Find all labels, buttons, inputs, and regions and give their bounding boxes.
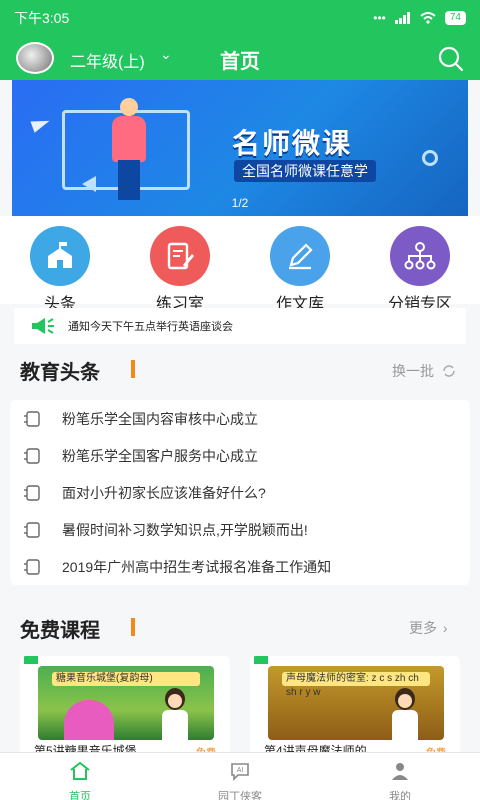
system-icons: ••• 74 xyxy=(373,11,466,25)
banner-page-indicator: 1/2 xyxy=(231,196,249,210)
quick-link-essays[interactable]: 作文库 xyxy=(240,216,360,313)
course-card[interactable]: 糖果音乐城堡(复韵母) 第5讲糖果音乐城堡... 免费 xyxy=(20,656,230,758)
news-item[interactable]: 面对小升初家长应该准备好什么? xyxy=(24,480,266,506)
news-list: 粉笔乐学全国内容审核中心成立 粉笔乐学全国客户服务中心成立 面对小升初家长应该准… xyxy=(10,400,470,585)
refresh-button[interactable]: 换一批 xyxy=(392,361,456,381)
course-thumbnail: 声母魔法师的密室: z c s zh ch sh r y w xyxy=(268,666,444,740)
course-card[interactable]: 声母魔法师的密室: z c s zh ch sh r y w 第4讲声母魔法师的… xyxy=(250,656,460,758)
official-badge xyxy=(254,656,268,664)
user-icon xyxy=(392,763,408,780)
battery-icon: 74 xyxy=(444,11,466,25)
status-bar: 下午3:05 ••• 74 xyxy=(0,0,480,36)
tab-gardener[interactable]: AI 园丁侠客 xyxy=(160,753,320,800)
thumbnail-caption: 糖果音乐城堡(复韵母) xyxy=(52,672,200,686)
tab-label: 首页 xyxy=(69,791,91,800)
news-item[interactable]: 粉笔乐学全国客户服务中心成立 xyxy=(24,443,258,469)
status-time: 下午3:05 xyxy=(14,10,70,26)
megaphone-icon xyxy=(32,318,54,334)
news-title: 面对小升初家长应该准备好什么? xyxy=(62,485,266,501)
grade-selector[interactable]: 二年级(上) xyxy=(70,48,145,72)
wifi-icon xyxy=(420,12,436,24)
quick-link-distribution[interactable]: 分销专区 xyxy=(360,216,480,313)
course-thumbnail: 糖果音乐城堡(复韵母) xyxy=(38,666,214,740)
news-item[interactable]: 2019年广州高中招生考试报名准备工作通知 xyxy=(24,554,331,580)
school-icon xyxy=(30,226,90,286)
notice-bar[interactable]: 通知今天下午五点举行英语座谈会 xyxy=(14,308,466,344)
section-accent-bar xyxy=(131,618,135,636)
svg-text:AI: AI xyxy=(237,767,244,774)
quick-links: 头条 练习室 作文库 分销专区 xyxy=(0,216,480,313)
more-courses-link[interactable]: 更多 › xyxy=(409,618,448,638)
teacher-illustration xyxy=(390,688,420,740)
news-title: 粉笔乐学全国内容审核中心成立 xyxy=(62,411,258,427)
triangle-decoration xyxy=(82,176,96,192)
tab-label: 我的 xyxy=(389,791,411,800)
home-icon xyxy=(70,761,90,780)
document-icon xyxy=(24,522,40,538)
refresh-label: 换一批 xyxy=(392,363,434,379)
courses-section-title: 免费课程 xyxy=(20,620,100,642)
news-title: 粉笔乐学全国客户服务中心成立 xyxy=(62,448,258,464)
document-icon xyxy=(24,411,40,427)
circle-decoration xyxy=(422,150,438,166)
section-accent-bar xyxy=(131,360,135,378)
thumbnail-caption: 声母魔法师的密室: z c s zh ch sh r y w xyxy=(282,672,430,698)
document-icon xyxy=(24,485,40,501)
notice-text: 通知今天下午五点举行英语座谈会 xyxy=(68,321,233,333)
quick-link-headlines[interactable]: 头条 xyxy=(0,216,120,313)
edit-doc-icon xyxy=(150,226,210,286)
tab-mine[interactable]: 我的 xyxy=(320,753,480,800)
paper-plane-icon xyxy=(30,115,52,133)
banner-headline: 名师微课 xyxy=(232,128,353,159)
search-icon[interactable] xyxy=(436,44,466,74)
document-icon xyxy=(24,559,40,575)
tab-home[interactable]: 首页 xyxy=(0,753,160,800)
teacher-illustration xyxy=(104,98,154,202)
castle-illustration xyxy=(64,700,114,740)
notification-dots-icon: ••• xyxy=(373,11,386,25)
teacher-illustration xyxy=(160,688,190,740)
refresh-icon xyxy=(443,365,455,377)
promo-banner[interactable]: 名师微课 全国名师微课任意学 1/2 xyxy=(12,80,468,216)
banner-subline: 全国名师微课任意学 xyxy=(234,160,376,182)
ai-chat-icon: AI xyxy=(231,763,249,781)
tab-label: 园丁侠客 xyxy=(218,791,262,800)
more-label: 更多 xyxy=(409,620,437,636)
pencil-icon xyxy=(270,226,330,286)
app-bar: 二年级(上) ⌄ 首页 xyxy=(0,36,480,80)
news-item[interactable]: 暑假时间补习数学知识点,开学脱颖而出! xyxy=(24,517,308,543)
news-title: 暑假时间补习数学知识点,开学脱颖而出! xyxy=(62,522,308,538)
official-badge xyxy=(24,656,38,664)
news-item[interactable]: 粉笔乐学全国内容审核中心成立 xyxy=(24,406,258,432)
network-icon xyxy=(390,226,450,286)
news-section-title: 教育头条 xyxy=(20,362,100,384)
avatar[interactable] xyxy=(16,42,54,74)
signal-icon xyxy=(394,12,410,24)
chevron-down-icon[interactable]: ⌄ xyxy=(160,46,172,63)
chevron-right-icon: › xyxy=(442,620,448,636)
quick-link-practice[interactable]: 练习室 xyxy=(120,216,240,313)
news-title: 2019年广州高中招生考试报名准备工作通知 xyxy=(62,559,332,575)
document-icon xyxy=(24,448,40,464)
bottom-tab-bar: 首页 AI 园丁侠客 我的 xyxy=(0,752,480,800)
